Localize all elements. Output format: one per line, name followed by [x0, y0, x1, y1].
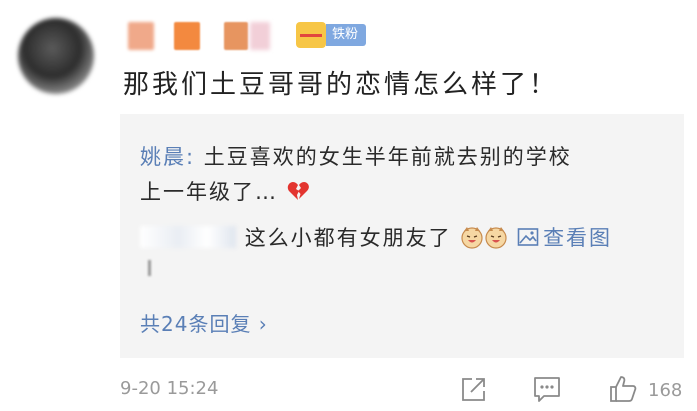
like-count: 168	[648, 380, 683, 401]
username-redacted-4[interactable]	[250, 22, 270, 50]
reply-1-continued: 上一年级了…	[140, 176, 309, 206]
fan-badge-icon	[296, 22, 326, 48]
avatar[interactable]	[18, 18, 94, 94]
view-image-label[interactable]: 查看图	[543, 226, 612, 250]
reply-2-author-redacted[interactable]	[140, 226, 236, 248]
laughing-face-icon	[461, 227, 483, 249]
laughing-face-icon	[485, 227, 507, 249]
image-icon	[517, 228, 539, 246]
view-image-link[interactable]: 查看图	[517, 226, 612, 250]
username-redacted-2[interactable]	[174, 22, 200, 50]
username-redacted-3[interactable]	[224, 22, 248, 50]
comment-text: 那我们土豆哥哥的恋情怎么样了！	[123, 70, 559, 100]
reply-box[interactable]: 姚晨: 土豆喜欢的女生半年前就去别的学校 上一年级了… 这么小都有女朋友了 查看…	[120, 114, 684, 358]
broken-heart-icon	[287, 182, 309, 200]
fan-badge-label: 铁粉	[326, 24, 367, 46]
reply-1-text: 土豆喜欢的女生半年前就去别的学校	[203, 145, 572, 169]
timestamp: 9-20 15:24	[120, 378, 219, 399]
reply-1[interactable]: 姚晨: 土豆喜欢的女生半年前就去别的学校	[140, 141, 572, 171]
fan-badge[interactable]: 铁粉	[296, 22, 367, 48]
comment-icon[interactable]	[532, 374, 562, 404]
reply-2-text: 这么小都有女朋友了	[244, 226, 452, 250]
reply-1-author[interactable]: 姚晨:	[140, 145, 195, 169]
reply-1-text-line2: 上一年级了…	[140, 180, 278, 204]
share-icon[interactable]	[459, 374, 489, 404]
total-replies-link[interactable]: 共24条回复 ›	[140, 308, 268, 337]
reply-2[interactable]: 这么小都有女朋友了 查看图	[140, 222, 612, 252]
username-redacted-1[interactable]	[128, 22, 154, 50]
stray-mark	[148, 260, 151, 276]
thumbs-up-icon[interactable]	[608, 374, 638, 404]
